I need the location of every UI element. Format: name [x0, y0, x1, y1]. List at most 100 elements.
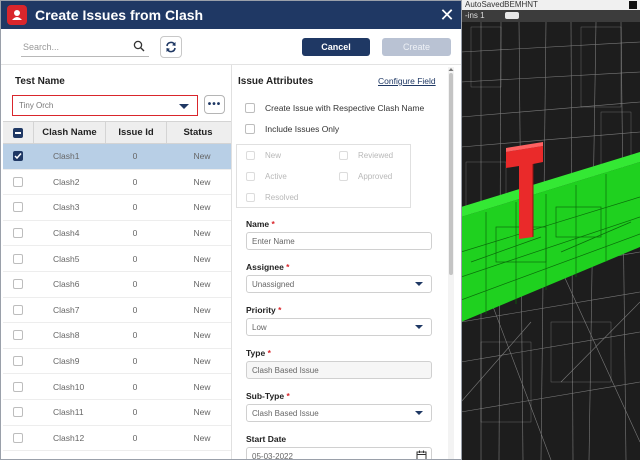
issues-only-label: Include Issues Only: [265, 124, 340, 134]
status-active: Active: [246, 172, 287, 181]
priority-select[interactable]: Low: [246, 318, 432, 336]
assignee-select[interactable]: Unassigned: [246, 275, 432, 293]
configure-field-link[interactable]: Configure Field: [378, 76, 436, 86]
more-options-button[interactable]: •••: [204, 95, 225, 114]
priority-value: Low: [252, 322, 267, 332]
row-checkbox[interactable]: [13, 356, 23, 367]
table-row[interactable]: Clash1 0 New: [3, 144, 231, 170]
clash-list-panel: Test Name Tiny Orch ••• Clash Name Issue…: [1, 65, 231, 459]
cancel-button[interactable]: Cancel: [302, 38, 370, 56]
row-checkbox[interactable]: [13, 228, 23, 239]
table-row[interactable]: Clash7 0 New: [3, 298, 231, 324]
attributes-scrollbar-thumb[interactable]: [449, 73, 453, 275]
table-row[interactable]: Clash9 0 New: [3, 349, 231, 375]
row-checkbox[interactable]: [13, 151, 23, 162]
row-checkbox[interactable]: [13, 253, 23, 264]
name-label: Name *: [246, 219, 275, 229]
type-value: Clash Based Issue: [252, 365, 319, 375]
calendar-icon[interactable]: [416, 450, 427, 460]
cell-status: New: [193, 432, 211, 443]
subtype-select[interactable]: Clash Based Issue: [246, 404, 432, 422]
row-checkbox[interactable]: [13, 330, 23, 341]
cell-issue-id: 0: [132, 356, 138, 367]
type-label: Type *: [246, 348, 271, 358]
column-header-status[interactable]: Status: [167, 127, 229, 138]
status-resolved-checkbox: [246, 193, 255, 202]
subtype-label: Sub-Type *: [246, 391, 290, 401]
column-header-clash-name[interactable]: Clash Name: [34, 127, 105, 138]
scroll-up-icon[interactable]: [448, 67, 454, 72]
row-checkbox[interactable]: [13, 279, 23, 290]
row-checkbox[interactable]: [13, 202, 23, 213]
issues-only-checkbox[interactable]: [245, 124, 255, 134]
row-checkbox[interactable]: [13, 381, 23, 392]
status-active-checkbox: [246, 172, 255, 181]
table-row[interactable]: Clash5 0 New: [3, 246, 231, 272]
search-box[interactable]: [21, 37, 149, 57]
table-row[interactable]: Clash2 0 New: [3, 170, 231, 196]
assignee-label: Assignee *: [246, 262, 289, 272]
select-all-checkbox[interactable]: [13, 127, 23, 138]
refresh-icon: [166, 41, 176, 53]
cell-status: New: [193, 228, 211, 239]
close-button[interactable]: ✕: [433, 1, 461, 29]
model-viewport[interactable]: AutoSavedBEMHNT -ins 1: [461, 0, 640, 460]
refresh-button[interactable]: [160, 36, 182, 58]
clash-3d-scene: [461, 22, 640, 460]
chevron-down-icon: [415, 282, 423, 286]
row-checkbox[interactable]: [13, 304, 23, 315]
cell-issue-id: 0: [132, 176, 138, 187]
option-include-issues-only[interactable]: Include Issues Only: [245, 124, 339, 134]
table-row[interactable]: Clash11 0 New: [3, 400, 231, 426]
background-window-title: AutoSavedBEMHNT: [461, 0, 640, 10]
respective-name-label: Create Issue with Respective Clash Name: [265, 103, 425, 113]
assignee-label-text: Assignee: [246, 262, 284, 272]
table-body: Clash1 0 New Clash2 0 New Clash3 0 New Clash4 0 New…: [3, 144, 231, 452]
priority-label: Priority *: [246, 305, 281, 315]
table-row[interactable]: Clash8 0 New: [3, 323, 231, 349]
test-name-select[interactable]: Tiny Orch: [12, 95, 198, 116]
cell-clash-name: Clash9: [53, 356, 80, 367]
search-input[interactable]: [21, 41, 121, 52]
create-button[interactable]: Create: [382, 38, 451, 56]
cell-status: New: [193, 151, 211, 162]
option-respective-clash-name[interactable]: Create Issue with Respective Clash Name: [245, 103, 424, 113]
cell-issue-id: 0: [132, 432, 138, 443]
table-row[interactable]: Clash12 0 New: [3, 426, 231, 452]
cell-issue-id: 0: [132, 330, 138, 341]
status-new-label: New: [265, 151, 282, 160]
table-row[interactable]: Clash3 0 New: [3, 195, 231, 221]
issue-attributes-title: Issue Attributes: [238, 76, 314, 87]
close-icon: ✕: [439, 4, 455, 25]
status-filter-group: New Reviewed Active Approved Resolved: [236, 144, 411, 208]
start-date-label: Start Date: [246, 434, 286, 444]
window-control-icon: [629, 1, 637, 9]
cell-issue-id: 0: [132, 228, 138, 239]
cell-status: New: [193, 253, 211, 264]
cell-status: New: [193, 176, 211, 187]
table-row[interactable]: Clash6 0 New: [3, 272, 231, 298]
status-reviewed: Reviewed: [339, 151, 393, 160]
cell-clash-name: Clash12: [53, 432, 85, 443]
cell-issue-id: 0: [132, 279, 138, 290]
dialog-title-bar[interactable]: Create Issues from Clash ✕: [1, 1, 461, 29]
cell-issue-id: 0: [132, 407, 138, 418]
start-date-label-text: Start Date: [246, 434, 287, 444]
cell-clash-name: Clash1: [53, 151, 80, 162]
status-reviewed-checkbox: [339, 151, 348, 160]
status-approved-checkbox: [339, 172, 348, 181]
row-checkbox[interactable]: [13, 432, 23, 443]
viewport-dropdown-icon[interactable]: [505, 12, 519, 19]
table-row[interactable]: Clash4 0 New: [3, 221, 231, 247]
column-header-issue-id[interactable]: Issue Id: [106, 127, 166, 138]
status-approved-label: Approved: [358, 172, 393, 181]
row-checkbox[interactable]: [13, 407, 23, 418]
row-checkbox[interactable]: [13, 176, 23, 187]
test-name-label: Test Name: [15, 76, 65, 87]
table-row[interactable]: Clash10 0 New: [3, 374, 231, 400]
start-date-field[interactable]: 05-03-2022: [246, 447, 432, 460]
search-icon[interactable]: [133, 40, 145, 52]
name-label-text: Name: [246, 219, 270, 229]
respective-name-checkbox[interactable]: [245, 103, 255, 113]
name-field[interactable]: Enter Name: [246, 232, 432, 250]
